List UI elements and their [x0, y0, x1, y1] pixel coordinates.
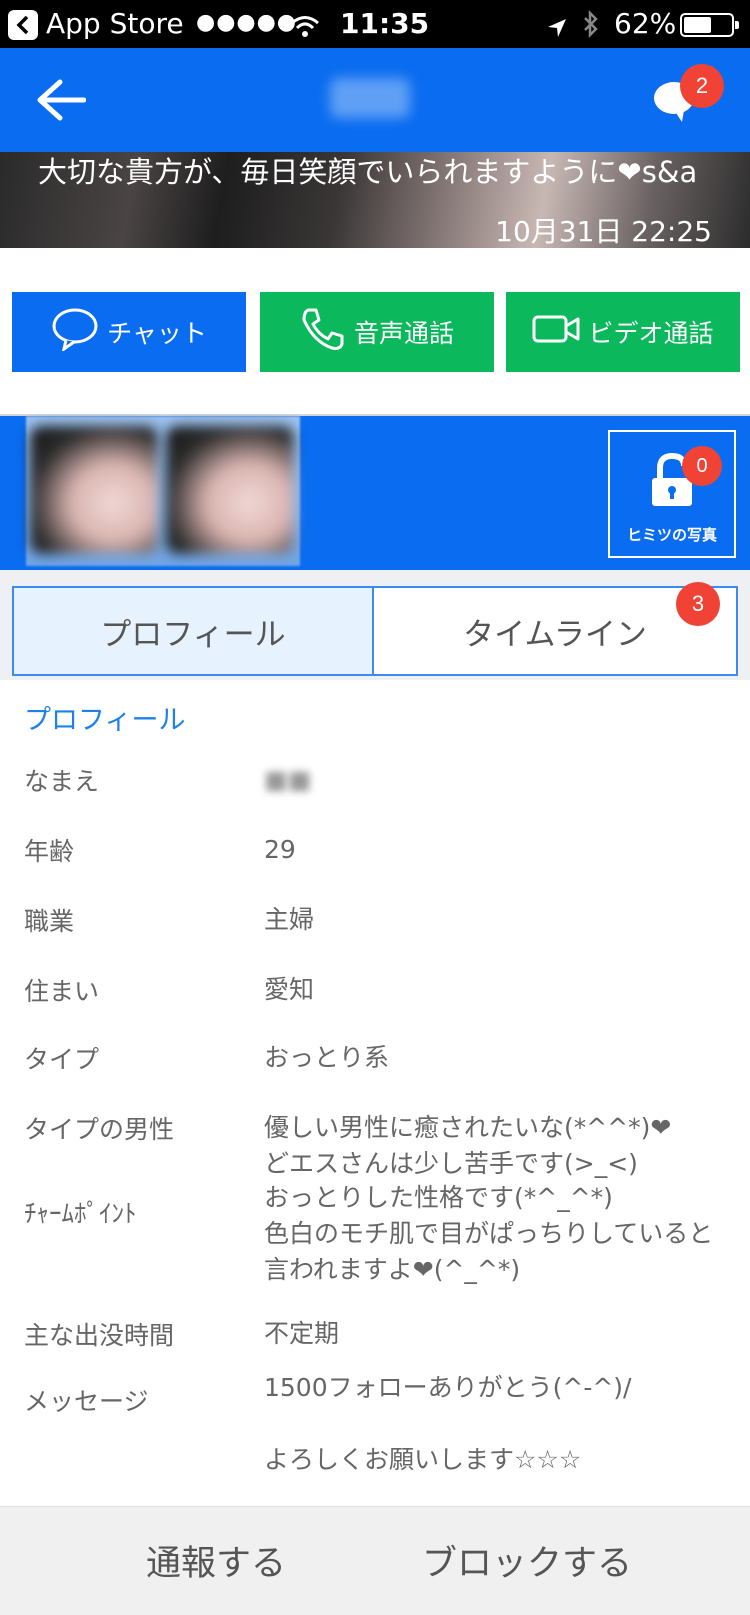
- profile-value-residence: 愛知: [264, 975, 315, 1004]
- profile-label-ideal-man: タイプの男性: [24, 1115, 175, 1144]
- clock: 11:35: [340, 7, 430, 40]
- status-message: 大切な貴方が、毎日笑顔でいられますように❤s&a: [38, 155, 698, 189]
- photo-gallery: [26, 416, 300, 566]
- voice-call-button[interactable]: 音声通話: [260, 292, 494, 372]
- signal-strength-icon: ●●●●●: [196, 10, 297, 35]
- secret-photo-count-badge: 0: [682, 446, 722, 486]
- profile-label-active-time: 主な出没時間: [24, 1321, 175, 1350]
- profile-value-message: 1500フォローありがとう(^-^)/ よろしくお願いします☆☆☆: [264, 1373, 632, 1474]
- profile-label-residence: 住まい: [24, 977, 100, 1006]
- profile-label-type: タイプ: [24, 1045, 100, 1074]
- profile-value-ideal-man: 優しい男性に癒されたいな(*^^*)❤ どエスさんは少し苦手です(>_<): [264, 1113, 672, 1178]
- bluetooth-icon: [582, 9, 600, 45]
- voice-call-label: 音声通話: [353, 319, 454, 348]
- carrier-label[interactable]: App Store: [46, 7, 184, 40]
- block-button[interactable]: ブロックする: [422, 1535, 632, 1586]
- photo-strip: 0 ヒミツの写真: [0, 416, 750, 570]
- profile-photo[interactable]: [166, 426, 294, 554]
- status-bar: App Store ●●●●● 11:35 62%: [0, 0, 750, 48]
- back-to-app-store-icon[interactable]: [8, 10, 38, 40]
- report-button[interactable]: 通報する: [146, 1535, 286, 1586]
- action-buttons: チャット 音声通話 ビデオ通話: [0, 248, 750, 416]
- tab-bar: プロフィール タイムライン 3: [0, 570, 750, 680]
- battery-icon: [680, 13, 739, 37]
- battery-percentage: 62%: [614, 7, 677, 40]
- profile-label-charm-point: ﾁｬｰﾑﾎﾟｲﾝﾄ: [24, 1199, 137, 1228]
- footer-actions: 通報する ブロックする: [0, 1506, 750, 1615]
- video-call-label: ビデオ通話: [588, 319, 714, 348]
- profile-label-occupation: 職業: [24, 907, 75, 936]
- profile-value-occupation: 主婦: [264, 905, 315, 934]
- timeline-count-badge: 3: [676, 582, 720, 626]
- secret-photos-label: ヒミツの写真: [626, 526, 717, 544]
- location-arrow-icon: [546, 13, 568, 46]
- profile-value-type: おっとり系: [264, 1043, 390, 1072]
- profile-value-name: ■■: [264, 765, 312, 794]
- chat-button-label: チャット: [107, 319, 207, 348]
- phone-icon: [300, 306, 346, 358]
- section-title: プロフィール: [24, 705, 186, 736]
- speech-bubble-icon: [51, 307, 99, 357]
- status-message-banner: 大切な貴方が、毎日笑顔でいられますように❤s&a 10月31日 22:25: [0, 152, 750, 248]
- status-message-timestamp: 10月31日 22:25: [495, 215, 712, 248]
- tab-profile[interactable]: プロフィール: [12, 586, 374, 676]
- profile-label-name: なまえ: [24, 767, 100, 796]
- profile-value-charm-point: おっとりした性格です(*^_^*) 色白のモチ肌で目がぱっちりしていると言われま…: [264, 1183, 714, 1284]
- back-arrow-icon[interactable]: [36, 78, 87, 126]
- profile-label-message: メッセージ: [24, 1387, 149, 1416]
- video-camera-icon: [532, 314, 580, 350]
- video-call-button[interactable]: ビデオ通話: [506, 292, 740, 372]
- chat-button[interactable]: チャット: [12, 292, 246, 372]
- profile-label-age: 年齢: [24, 837, 75, 866]
- wifi-icon: [290, 12, 320, 45]
- nav-bar: ■■ 2: [0, 48, 750, 152]
- secret-photos-button[interactable]: 0 ヒミツの写真: [608, 430, 736, 558]
- message-count-badge: 2: [680, 64, 724, 108]
- profile-photo[interactable]: [30, 426, 158, 554]
- profile-value-active-time: 不定期: [264, 1319, 340, 1348]
- profile-value-age: 29: [264, 835, 296, 864]
- page-title: ■■: [330, 78, 410, 118]
